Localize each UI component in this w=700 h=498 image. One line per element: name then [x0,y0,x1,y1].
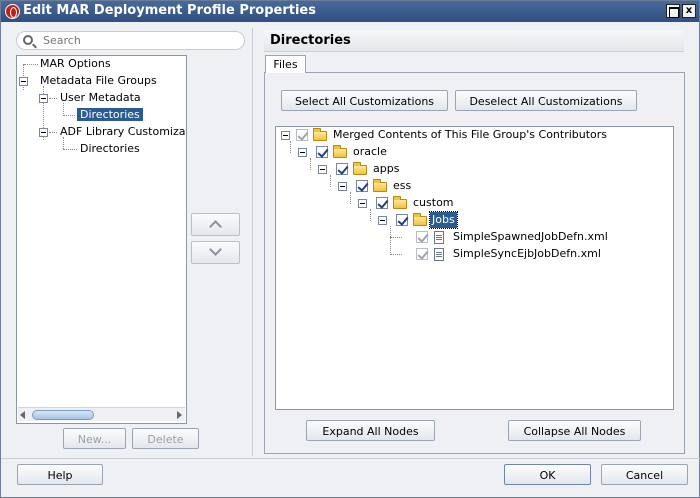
tree-connector [310,158,311,170]
maximize-button[interactable] [666,4,680,18]
collapse-toggle[interactable] [298,148,307,157]
collapse-toggle[interactable] [39,128,48,137]
tree-connector [49,132,57,133]
tree-connector [390,226,391,255]
checkbox-simple-sync-ejb-job-defn[interactable] [416,248,428,260]
folder-icon [333,145,347,158]
oracle-app-icon [5,4,20,19]
new-button[interactable]: New... [63,428,126,449]
collapse-toggle[interactable] [281,131,290,140]
tree-node-jobs-selected[interactable]: Jobs [429,211,458,229]
tree-node-custom[interactable]: custom [413,195,454,211]
checkbox-oracle[interactable] [316,146,328,158]
nav-item-metadata-file-groups[interactable]: Metadata File Groups [40,73,157,89]
search-box [16,31,245,50]
nav-item-label: Metadata File Groups [40,74,157,87]
move-down-button[interactable] [191,241,240,264]
folder-icon [353,162,367,175]
search-input[interactable] [41,33,241,48]
tree-node-ess[interactable]: ess [393,178,411,194]
checkbox-ess[interactable] [356,180,368,192]
nav-item-directories[interactable]: Directories [80,141,140,157]
tree-connector [63,149,77,150]
files-tree: Merged Contents of This File Group's Con… [275,126,674,410]
folder-icon [313,128,327,141]
ok-button[interactable]: OK [504,464,591,485]
deselect-all-customizations-button[interactable]: Deselect All Customizations [455,90,637,111]
tree-connector [370,209,371,221]
collapse-all-nodes-button[interactable]: Collapse All Nodes [508,420,641,441]
footer-divider [1,458,700,459]
scroll-right-icon[interactable] [177,411,182,419]
tree-node-apps[interactable]: apps [373,161,399,177]
nav-item-label: Directories [80,142,140,155]
folder-icon [373,179,387,192]
folder-icon [413,213,427,226]
checkbox-merged-contents[interactable] [296,129,308,141]
nav-item-label: ADF Library Customizat [60,125,187,138]
checkbox-apps[interactable] [336,163,348,175]
tree-connector [63,115,77,116]
tree-connector [290,141,291,153]
collapse-toggle[interactable] [338,182,347,191]
window-title: Edit MAR Deployment Profile Properties [23,3,316,18]
tree-connector [350,192,351,204]
collapse-toggle[interactable] [358,199,367,208]
select-all-customizations-button[interactable]: Select All Customizations [281,90,448,111]
search-icon [23,35,33,45]
tab-files[interactable]: Files [265,55,306,73]
nav-item-label: User Metadata [60,91,141,104]
collapse-toggle[interactable] [19,77,28,86]
checkbox-custom[interactable] [376,197,388,209]
collapse-toggle[interactable] [318,165,327,174]
cancel-button[interactable]: Cancel [601,464,688,485]
tree-node-oracle[interactable]: oracle [353,144,387,160]
help-button[interactable]: Help [17,464,103,485]
chevron-up-icon [209,220,222,233]
move-up-button[interactable] [191,213,240,236]
panel-divider[interactable] [252,28,253,456]
nav-item-label: MAR Options [40,57,111,70]
delete-button[interactable]: Delete [132,428,199,449]
checkbox-simple-spawned-job-defn[interactable] [416,231,428,243]
tree-connector [390,237,402,238]
nav-item-mar-options[interactable]: MAR Options [40,56,111,72]
folder-icon [393,196,407,209]
tree-node-simple-sync-ejb-job-defn[interactable]: SimpleSyncEjbJobDefn.xml [453,246,601,262]
file-icon [434,231,444,244]
nav-item-adf-library-customizations[interactable]: ADF Library Customizat [60,124,187,140]
panel-title: Directories [264,30,684,52]
navigation-tree: MAR Options Metadata File Groups User Me… [16,55,187,424]
dialog-window: Edit MAR Deployment Profile Properties x… [0,0,700,498]
tree-connector [24,64,38,65]
nav-item-label: Directories [76,107,144,122]
nav-item-directories-selected[interactable]: Directories [76,107,144,123]
scroll-thumb[interactable] [32,410,94,420]
title-bar: Edit MAR Deployment Profile Properties x [1,1,699,22]
file-icon [434,248,444,261]
tree-connector [390,254,402,255]
tree-node-simple-spawned-job-defn[interactable]: SimpleSpawnedJobDefn.xml [453,229,608,245]
horizontal-scrollbar[interactable] [18,407,185,421]
scroll-left-icon[interactable] [20,411,25,419]
tree-node-merged-contents[interactable]: Merged Contents of This File Group's Con… [333,127,607,143]
chevron-down-icon [209,243,222,256]
checkbox-jobs[interactable] [396,214,408,226]
nav-item-user-metadata[interactable]: User Metadata [60,90,141,106]
tree-connector [49,98,57,99]
close-button[interactable]: x [682,4,696,18]
expand-all-nodes-button[interactable]: Expand All Nodes [306,420,435,441]
collapse-toggle[interactable] [39,94,48,103]
tree-connector [330,175,331,187]
collapse-toggle[interactable] [378,216,387,225]
